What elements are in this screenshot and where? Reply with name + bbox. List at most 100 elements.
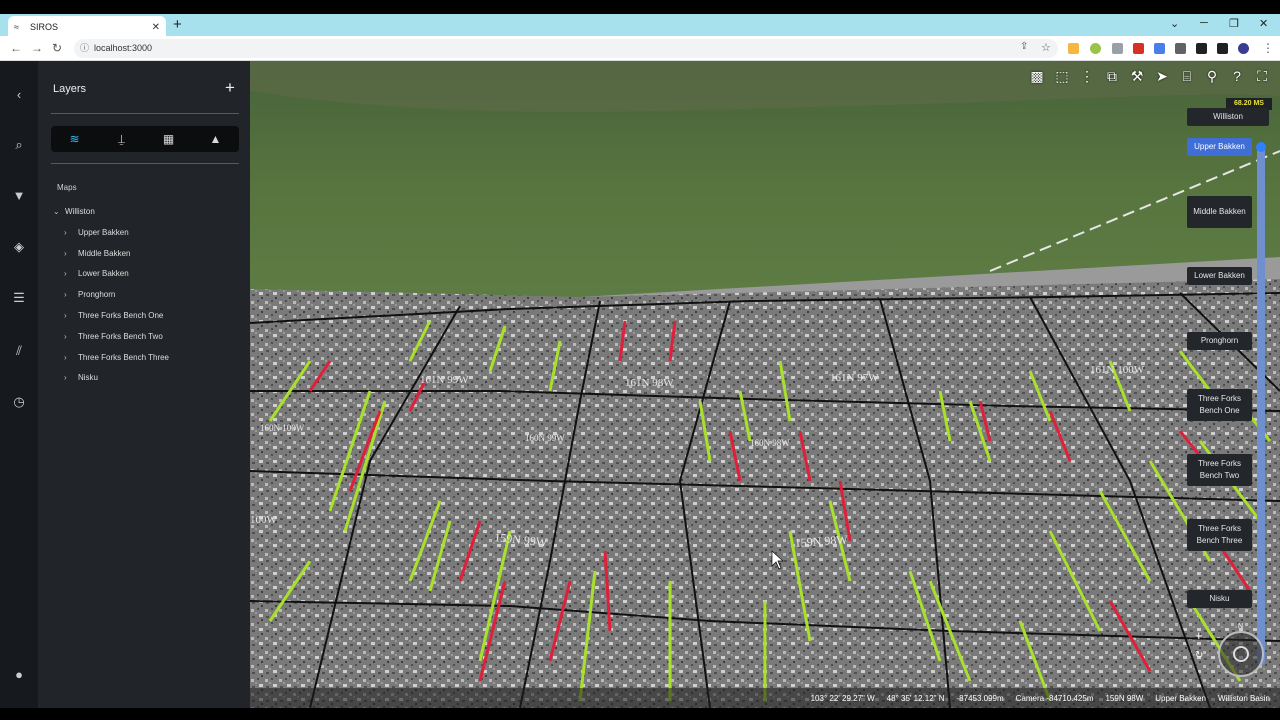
tree-item-label: Three Forks Bench One	[78, 311, 164, 320]
cylinder-icon[interactable]: ⌸	[1177, 66, 1197, 86]
chevron-right-icon[interactable]: ›	[64, 290, 78, 299]
search-icon[interactable]: ⌕	[9, 135, 29, 155]
minimize-icon[interactable]: ─	[1200, 17, 1208, 29]
location-pin-icon[interactable]: ⚲	[1202, 66, 1222, 86]
side-panel-icon[interactable]	[1217, 43, 1228, 54]
layer-level-three-forks-bench-one[interactable]: Three Forks Bench One	[1187, 389, 1252, 421]
divider	[51, 163, 239, 164]
chevron-left-icon[interactable]: ‹	[9, 85, 29, 105]
layer-slider-track[interactable]	[1257, 145, 1265, 665]
navigate-arrow-icon[interactable]: ➤	[1152, 66, 1172, 86]
chevron-right-icon[interactable]: ›	[64, 311, 78, 320]
address-bar[interactable]: ⓘ localhost:3000	[74, 39, 1058, 58]
layer-level-lower-bakken[interactable]: Lower Bakken	[1187, 267, 1252, 285]
browser-menu-icon[interactable]: ⋮	[1262, 41, 1274, 55]
browser-toolbar: ← → ↻ ⓘ localhost:3000 ⇪ ☆ ⋮	[0, 36, 1280, 61]
tree-item-nisku[interactable]: › Nisku	[64, 373, 98, 382]
map-status-bar: 103° 22' 29.27" W 48° 35' 12.12" N -8745…	[250, 688, 1280, 708]
layer-selector-williston[interactable]: Williston	[1187, 108, 1269, 126]
tab-search-icon[interactable]: ⌄	[1170, 17, 1179, 30]
forward-icon[interactable]: →	[31, 41, 43, 55]
tree-item-three-forks-bench-three[interactable]: › Three Forks Bench Three	[64, 353, 169, 362]
extension-icon[interactable]	[1175, 43, 1186, 54]
panel-title: Layers	[53, 83, 87, 95]
reload-icon[interactable]: ↻	[52, 41, 62, 55]
chevron-down-icon[interactable]: ⌄	[53, 207, 65, 216]
chevron-right-icon[interactable]: ›	[64, 269, 78, 278]
map-viewport[interactable]: 159N 99W 159N 98W 160N 99W 160N 98W 161N…	[250, 61, 1280, 708]
layer-level-middle-bakken[interactable]: Middle Bakken	[1187, 196, 1252, 228]
chevron-right-icon[interactable]: ›	[64, 332, 78, 341]
layer-slider-handle[interactable]	[1256, 142, 1266, 152]
township-label: 161N 100W	[1090, 364, 1145, 376]
extensions-puzzle-icon[interactable]	[1196, 43, 1207, 54]
basemap-thumbnail-icon[interactable]: ▩	[1027, 66, 1047, 86]
3d-terrain-scene[interactable]: 159N 99W 159N 98W 160N 99W 160N 98W 161N…	[250, 61, 1280, 708]
township-label: 100W	[250, 514, 278, 526]
select-area-icon[interactable]: ⋮	[1077, 66, 1097, 86]
reset-view-button[interactable]: ↻	[1195, 650, 1203, 661]
back-icon[interactable]: ←	[10, 41, 22, 55]
chevron-right-icon[interactable]: ›	[64, 249, 78, 258]
layers-panel: Layers + ≋ ⍊ ▦ ▲ Maps ⌄ Williston › Upper …	[38, 61, 250, 708]
extension-icon[interactable]	[1090, 43, 1101, 54]
add-layer-button[interactable]: +	[225, 78, 235, 98]
close-window-icon[interactable]: ✕	[1259, 17, 1268, 30]
tree-item-three-forks-bench-one[interactable]: › Three Forks Bench One	[64, 311, 163, 320]
bookmark-star-icon[interactable]: ☆	[1041, 41, 1051, 54]
extension-icon[interactable]	[1133, 43, 1144, 54]
list-icon[interactable]: ☰	[9, 288, 29, 308]
share-icon[interactable]: ⇪	[1020, 41, 1028, 52]
icon-rail: ‹ ⌕ ▼ ◈ ☰ ⫽ ◷ ●	[0, 61, 38, 708]
township-label: 161N 97W	[830, 372, 879, 384]
chevron-right-icon[interactable]: ›	[64, 373, 78, 382]
zoom-in-button[interactable]: +	[1195, 628, 1203, 643]
township-label: 161N 98W	[625, 377, 674, 389]
chevron-right-icon[interactable]: ›	[64, 353, 78, 362]
tree-item-upper-bakken[interactable]: › Upper Bakken	[64, 228, 129, 237]
layer-level-pronghorn[interactable]: Pronghorn	[1187, 332, 1252, 350]
measure-icon[interactable]: ⧉	[1102, 66, 1122, 86]
tree-item-lower-bakken[interactable]: › Lower Bakken	[64, 269, 129, 278]
extension-icon[interactable]	[1112, 43, 1123, 54]
new-tab-button[interactable]: +	[173, 16, 182, 33]
profile-avatar[interactable]	[1238, 43, 1249, 54]
chart-icon[interactable]: ⫽	[9, 341, 29, 361]
wrench-icon[interactable]: ⚒	[1127, 66, 1147, 86]
filter-icon[interactable]: ▼	[9, 186, 29, 206]
extension-icon[interactable]	[1068, 43, 1079, 54]
well-derrick-icon[interactable]: ⍊	[98, 126, 145, 152]
help-icon[interactable]: ?	[1227, 66, 1247, 86]
site-info-icon[interactable]: ⓘ	[80, 39, 89, 58]
layers-stack-icon[interactable]: ≋	[51, 126, 98, 152]
layers-icon[interactable]: ◈	[9, 237, 29, 257]
translate-extension-icon[interactable]	[1154, 43, 1165, 54]
compass-center-icon[interactable]	[1233, 646, 1249, 662]
township-label: 160N 100W	[260, 423, 305, 433]
restore-icon[interactable]: ❐	[1229, 17, 1239, 30]
tree-item-pronghorn[interactable]: › Pronghorn	[64, 290, 115, 299]
history-icon[interactable]: ◷	[9, 392, 29, 412]
browser-tab[interactable]: ≈ SIROS ✕	[8, 16, 166, 38]
mountain-icon[interactable]: ▲	[192, 126, 239, 152]
layer-level-nisku[interactable]: Nisku	[1187, 590, 1252, 608]
layer-level-upper-bakken[interactable]: Upper Bakken	[1187, 138, 1252, 156]
chevron-right-icon[interactable]: ›	[64, 228, 78, 237]
tree-item-label: Lower Bakken	[78, 269, 129, 278]
township-readout: 159N 98W	[1105, 693, 1144, 703]
close-tab-icon[interactable]: ✕	[152, 22, 160, 33]
user-icon[interactable]: ●	[9, 665, 29, 685]
tree-item-label: Three Forks Bench Three	[78, 353, 170, 362]
tree-root-williston[interactable]: ⌄ Williston	[53, 207, 95, 216]
tree-root-label: Williston	[65, 207, 95, 216]
latitude-readout: 48° 35' 12.12" N	[886, 693, 945, 703]
browser-tab-strip: ≈ SIROS ✕ + ⌄ ─ ❐ ✕	[0, 14, 1280, 38]
tree-item-three-forks-bench-two[interactable]: › Three Forks Bench Two	[64, 332, 163, 341]
draw-polygon-icon[interactable]: ⬚	[1052, 66, 1072, 86]
grid-icon[interactable]: ▦	[145, 126, 192, 152]
layer-level-three-forks-bench-three[interactable]: Three Forks Bench Three	[1187, 519, 1252, 551]
letterbox-bar	[0, 708, 1280, 720]
layer-level-three-forks-bench-two[interactable]: Three Forks Bench Two	[1187, 454, 1252, 486]
tree-item-middle-bakken[interactable]: › Middle Bakken	[64, 249, 130, 258]
fullscreen-icon[interactable]: ⛶	[1252, 66, 1272, 86]
